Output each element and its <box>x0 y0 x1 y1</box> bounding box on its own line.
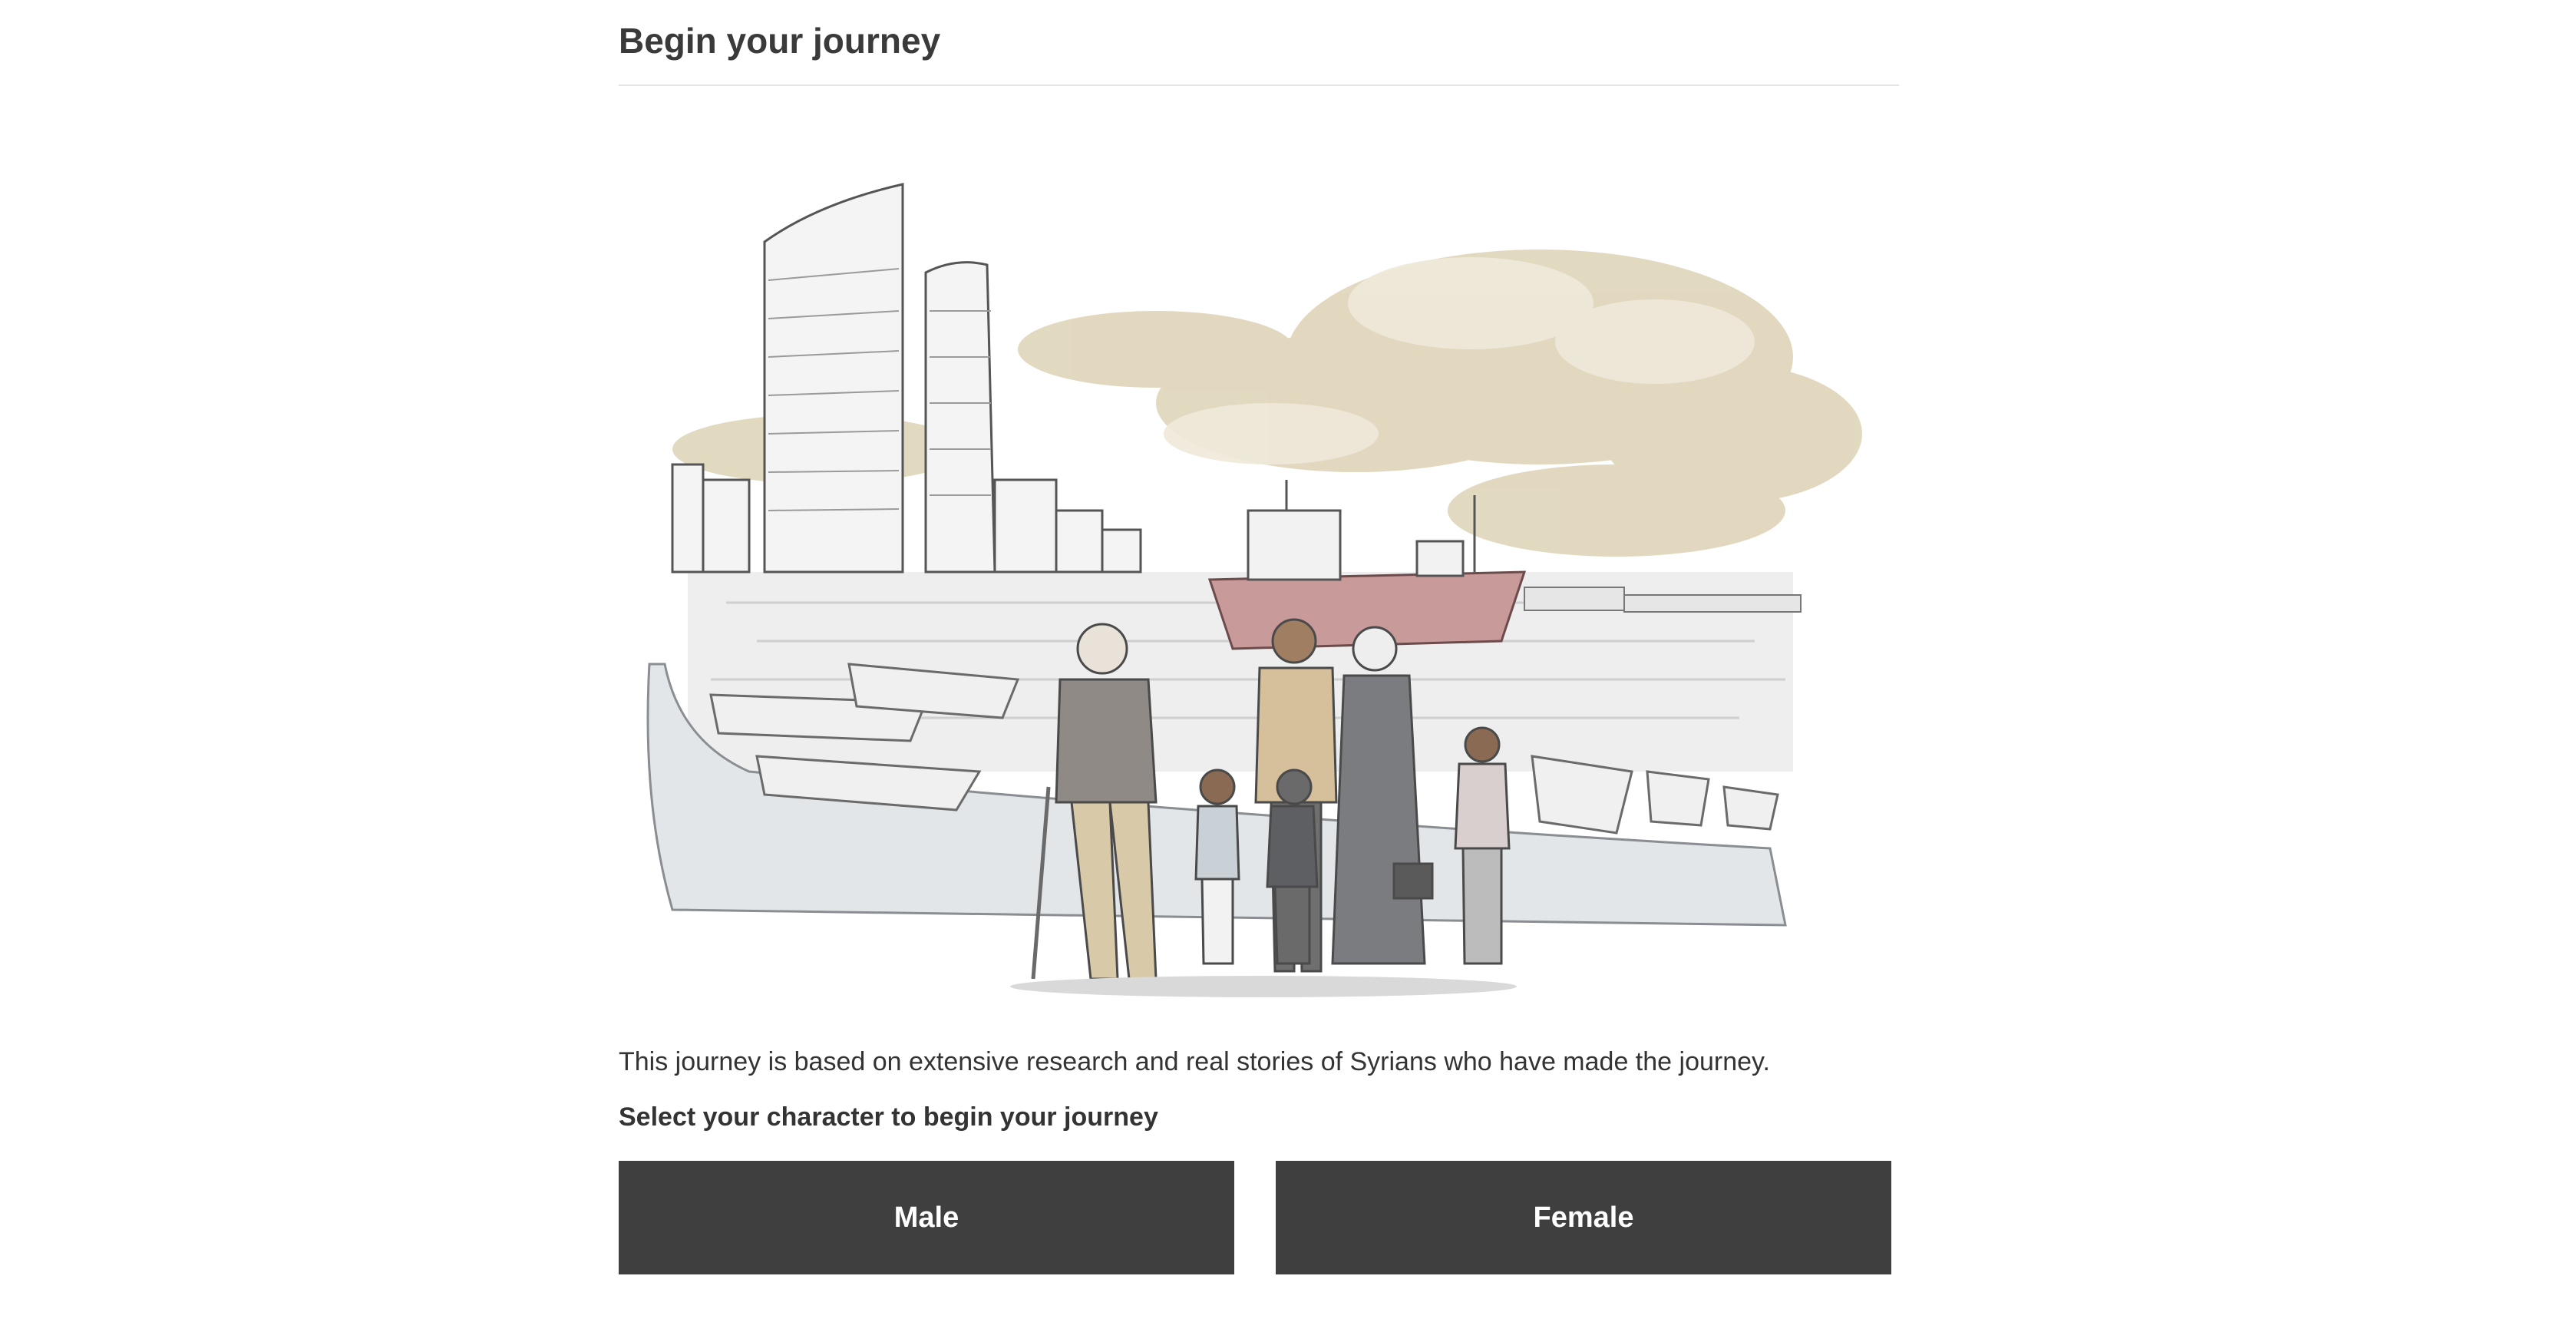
harbour-illustration <box>646 183 1862 997</box>
ground-shadow <box>1010 976 1517 997</box>
male-character-button[interactable]: Male <box>619 1161 1234 1274</box>
title-divider <box>619 84 1899 86</box>
intro-text: This journey is based on extensive resea… <box>619 1047 1770 1076</box>
female-character-button[interactable]: Female <box>1276 1161 1891 1274</box>
page-title: Begin your journey <box>619 21 941 61</box>
select-character-prompt: Select your character to begin your jour… <box>619 1102 1158 1132</box>
